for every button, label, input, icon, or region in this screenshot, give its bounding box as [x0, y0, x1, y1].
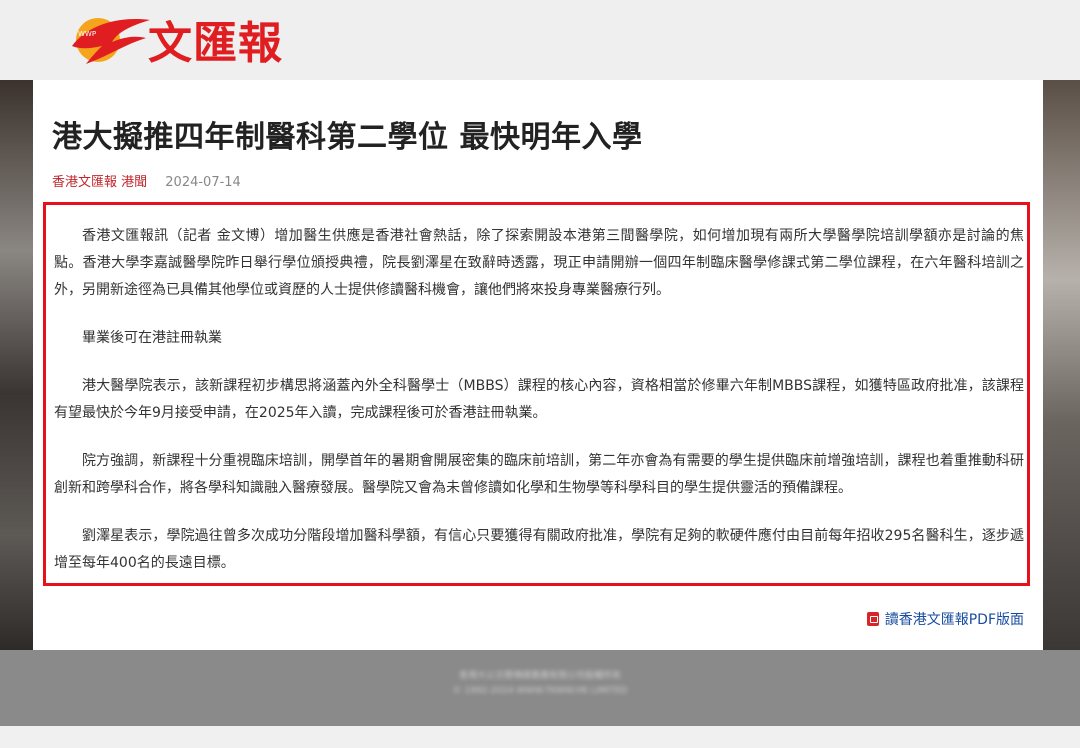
logo-badge: WWP — [78, 30, 96, 38]
paragraph-subheading: 畢業後可在港註冊執業 — [82, 330, 222, 346]
article-date: 2024-07-14 — [165, 175, 241, 190]
footer-copyright-line1: 香港大公文匯傳媒集團有限公司版權所有 — [458, 671, 621, 681]
logo-bird-icon: WWP — [72, 18, 150, 64]
paragraph-quota-target: 劉澤星表示，學院過往曾多次成功分階段增加醫科學額，有信心只要獲得有關政府批准，學… — [54, 528, 1024, 571]
bottom-strip — [0, 726, 1080, 748]
paragraph-lead: 香港文匯報訊（記者 金文博）增加醫生供應是香港社會熱話，除了探索開設本港第三間醫… — [54, 228, 1024, 298]
article-panel: 港大擬推四年制醫科第二學位 最快明年入學 香港文匯報 港聞 2024-07-14… — [33, 80, 1043, 650]
highlighted-article-body: 香港文匯報訊（記者 金文博）增加醫生供應是香港社會熱話，除了探索開設本港第三間醫… — [43, 202, 1030, 586]
background-photo-left — [0, 80, 33, 650]
article-body: 香港文匯報訊（記者 金文博）增加醫生供應是香港社會熱話，除了探索開設本港第三間醫… — [54, 223, 1024, 598]
site-header: WWP 文匯報 — [0, 0, 1080, 80]
pdf-edition-link[interactable]: 讀香港文匯報PDF版面 — [866, 609, 1024, 629]
pdf-icon — [866, 612, 879, 626]
site-footer: 香港大公文匯傳媒集團有限公司版權所有 © 1992-2024 WWW.TKWW.… — [0, 650, 1080, 726]
paragraph-clinical-training: 院方強調，新課程十分重視臨床培訓，開學首年的暑期會開展密集的臨床前培訓，第二年亦… — [54, 453, 1024, 496]
background-photo-right — [1043, 80, 1080, 650]
article-meta: 香港文匯報 港聞 2024-07-14 — [52, 171, 241, 190]
article-source[interactable]: 香港文匯報 港聞 — [52, 175, 147, 190]
site-logo[interactable]: WWP 文匯報 — [68, 6, 328, 72]
article-title: 港大擬推四年制醫科第二學位 最快明年入學 — [52, 120, 643, 155]
logo-wordmark: 文匯報 — [148, 18, 283, 69]
pdf-link-label: 讀香港文匯報PDF版面 — [884, 612, 1024, 628]
footer-copyright-line2: © 1992-2024 WWW.TKWW.HK LIMITED — [452, 686, 628, 696]
paragraph-course-details: 港大醫學院表示，該新課程初步構思將涵蓋內外全科醫學士（MBBS）課程的核心內容，… — [54, 378, 1024, 421]
